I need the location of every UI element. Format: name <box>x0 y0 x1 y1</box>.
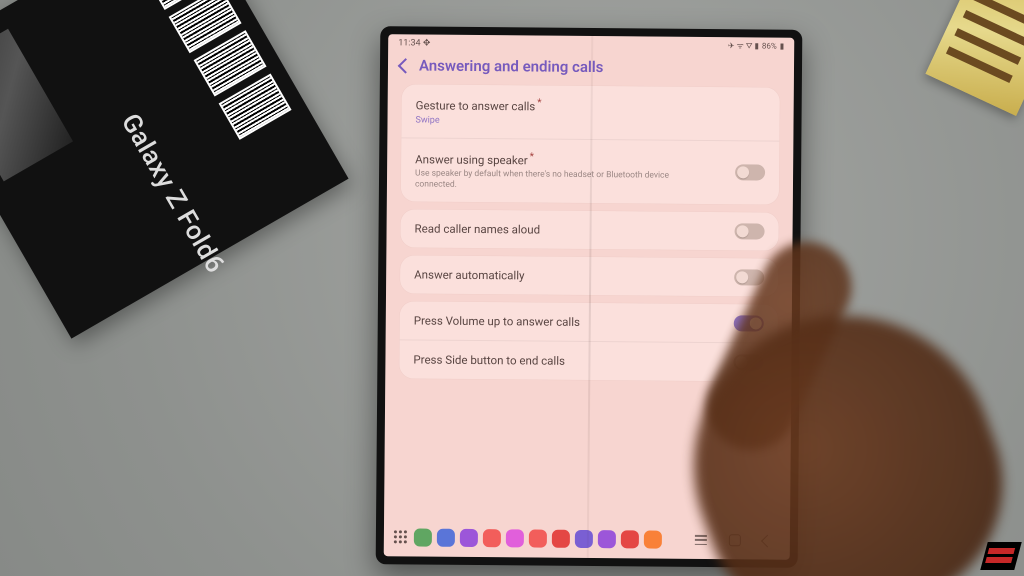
taskbar-app-0[interactable] <box>414 528 432 546</box>
taskbar-app-2[interactable] <box>460 529 478 547</box>
status-time: 11:34 <box>398 38 421 48</box>
network-icons: ✈ ᯤ ⛛ ▮ <box>728 40 759 51</box>
taskbar-app-10[interactable] <box>644 530 662 548</box>
location-icon: ✥ <box>423 38 431 48</box>
battery-icon: ▮ <box>780 42 784 51</box>
row-label: Gesture to answer calls* <box>416 95 542 114</box>
settings-card-3: Answer automatically <box>400 256 778 297</box>
taskbar-app-9[interactable] <box>621 530 639 548</box>
battery-percent: 86% <box>762 41 777 50</box>
taskbar-app-1[interactable] <box>437 529 455 547</box>
back-icon[interactable] <box>398 58 414 74</box>
row-description: Use speaker by default when there's no h… <box>415 169 695 194</box>
box-product-image <box>0 29 73 182</box>
status-right: ✈ ᯤ ⛛ ▮ 86% ▮ <box>728 40 784 51</box>
row-answer-speaker[interactable]: Answer using speaker* Use speaker by def… <box>401 137 780 205</box>
taskbar-apps <box>414 528 662 548</box>
row-label: Answer automatically <box>414 267 524 283</box>
status-left: 11:34 ✥ <box>398 38 430 48</box>
row-volume-answer[interactable]: Press Volume up to answer calls <box>400 302 778 343</box>
apps-grid-icon[interactable] <box>394 530 408 544</box>
photo-scene: Galaxy Z Fold6 11:34 ✥ ✈ ᯤ ⛛ ▮ 86% ▮ Ans… <box>0 0 1024 576</box>
taskbar-app-5[interactable] <box>529 529 547 547</box>
row-label: Press Volume up to answer calls <box>414 313 580 329</box>
taskbar-app-3[interactable] <box>483 529 501 547</box>
settings-card-1: Gesture to answer calls* Swipe Answer us… <box>401 84 780 205</box>
row-gesture-answer[interactable]: Gesture to answer calls* Swipe <box>401 84 779 140</box>
page-title: Answering and ending calls <box>419 57 604 77</box>
row-label: Press Side button to end calls <box>413 352 565 368</box>
wooden-block <box>925 0 1024 116</box>
taskbar-app-8[interactable] <box>598 530 616 548</box>
recents-icon[interactable] <box>695 535 707 545</box>
star-icon: * <box>530 151 534 162</box>
row-label: Read caller names aloud <box>415 221 541 237</box>
settings-card-2: Read caller names aloud <box>400 210 778 251</box>
star-icon: * <box>537 98 541 109</box>
channel-logo <box>980 542 1022 570</box>
taskbar-app-4[interactable] <box>506 529 524 547</box>
page-header: Answering and ending calls <box>388 48 794 88</box>
taskbar-app-7[interactable] <box>575 530 593 548</box>
taskbar-app-6[interactable] <box>552 530 570 548</box>
row-value: Swipe <box>415 115 541 127</box>
row-answer-auto[interactable]: Answer automatically <box>400 256 778 297</box>
toggle-read-caller[interactable] <box>735 224 765 240</box>
row-label: Answer using speaker* <box>415 149 695 169</box>
toggle-answer-speaker[interactable] <box>735 165 765 181</box>
box-barcodes <box>144 0 296 147</box>
product-box: Galaxy Z Fold6 <box>0 0 349 339</box>
row-read-caller[interactable]: Read caller names aloud <box>400 210 778 251</box>
